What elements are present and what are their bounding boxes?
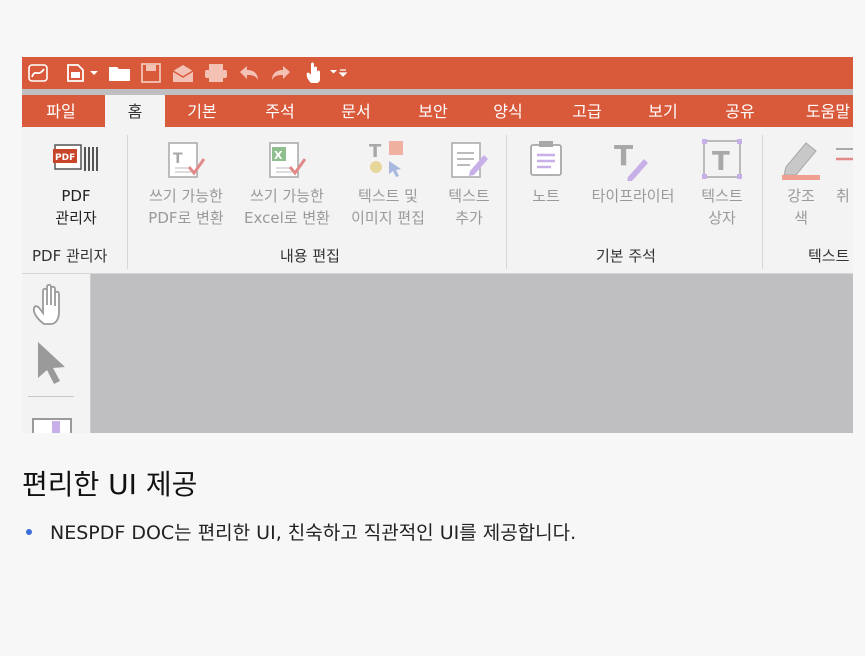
print-icon[interactable] <box>203 62 229 84</box>
edit-text-image-label-1: 텍스트 및 <box>358 187 418 205</box>
add-text-button[interactable]: 텍스트 추가 <box>440 137 498 229</box>
tab-share[interactable]: 공유 <box>710 95 770 128</box>
tab-security[interactable]: 보안 <box>403 95 463 128</box>
pdf-manager-button[interactable]: PDF PDF 관리자 <box>44 137 108 229</box>
hand-tool-icon[interactable] <box>30 282 76 330</box>
edit-text-image-icon: T <box>365 137 411 185</box>
tab-annotation[interactable]: 주석 <box>250 95 310 128</box>
typewriter-button[interactable]: T 타이프라이터 <box>578 137 688 207</box>
tab-file[interactable]: 파일 <box>24 95 98 128</box>
text-box-icon: T <box>699 137 745 185</box>
email-icon[interactable] <box>170 62 196 84</box>
tool-divider <box>28 396 74 397</box>
svg-text:T: T <box>614 139 633 172</box>
convert-writable-pdf-button[interactable]: T 쓰기 가능한 PDF로 변환 <box>140 137 232 229</box>
tab-basic[interactable]: 기본 <box>172 95 232 128</box>
page-thumbnail-icon[interactable] <box>32 418 72 433</box>
writable-pdf-label-1: 쓰기 가능한 <box>149 187 223 205</box>
highlight-button[interactable]: 강조 색 <box>776 137 826 229</box>
group-label-pdf-manager: PDF 관리자 <box>32 247 108 265</box>
highlighter-icon <box>778 137 824 185</box>
group-label-content-edit: 내용 편집 <box>280 247 340 265</box>
writable-excel-label-1: 쓰기 가능한 <box>250 187 324 205</box>
pdf-manager-label-1: PDF <box>61 187 91 205</box>
note-button[interactable]: 노트 <box>522 137 570 207</box>
ribbon-tab-bar: 파일 홈 기본 주석 문서 보안 양식 고급 보기 공유 도움말 <box>22 95 853 128</box>
tab-view[interactable]: 보기 <box>633 95 693 128</box>
highlight-label-2: 색 <box>794 209 808 227</box>
pdf-manager-icon: PDF <box>53 137 99 185</box>
undo-icon[interactable] <box>237 62 261 84</box>
ribbon-panel: PDF PDF 관리자 PDF 관리자 T 쓰기 가능한 PDF로 변환 X 쓰… <box>22 127 853 274</box>
feature-description: NESPDF DOC는 편리한 UI, 친숙하고 직관적인 UI를 제공합니다. <box>50 522 577 544</box>
strikeout-icon <box>832 137 853 185</box>
tab-home[interactable]: 홈 <box>105 95 165 128</box>
svg-text:PDF: PDF <box>55 153 75 163</box>
text-box-label-1: 텍스트 <box>701 187 743 205</box>
title-bar <box>22 57 853 89</box>
add-text-icon <box>446 137 492 185</box>
open-folder-icon[interactable] <box>107 62 133 84</box>
writable-pdf-icon: T <box>163 137 209 185</box>
note-label: 노트 <box>532 187 560 205</box>
select-arrow-icon[interactable] <box>34 340 70 390</box>
tab-form[interactable]: 양식 <box>478 95 538 128</box>
group-separator <box>506 135 507 269</box>
bullet-dot <box>26 528 32 535</box>
svg-text:T: T <box>173 151 183 167</box>
add-text-label-2: 추가 <box>455 209 483 227</box>
app-screenshot: 파일 홈 기본 주석 문서 보안 양식 고급 보기 공유 도움말 PDF PDF… <box>22 57 853 433</box>
svg-text:X: X <box>274 149 283 162</box>
group-separator <box>127 135 128 269</box>
hand-tool-dropdown-icon[interactable] <box>302 62 350 84</box>
convert-writable-excel-button[interactable]: X 쓰기 가능한 Excel로 변환 <box>238 137 336 229</box>
typewriter-label: 타이프라이터 <box>591 187 675 205</box>
svg-text:T: T <box>369 141 382 162</box>
app-logo-icon <box>26 62 50 84</box>
text-box-label-2: 상자 <box>708 209 736 227</box>
tab-document[interactable]: 문서 <box>326 95 386 128</box>
left-tool-panel <box>22 274 91 433</box>
group-label-basic-annotation: 기본 주석 <box>596 247 656 265</box>
note-icon <box>523 137 569 185</box>
redo-icon[interactable] <box>269 62 293 84</box>
save-icon[interactable] <box>139 62 163 84</box>
new-document-icon[interactable] <box>64 62 100 84</box>
strikeout-label: 취 <box>836 187 850 205</box>
writable-excel-label-2: Excel로 변환 <box>244 209 330 227</box>
pdf-manager-label-2: 관리자 <box>55 209 97 227</box>
add-text-label-1: 텍스트 <box>448 187 490 205</box>
group-label-text: 텍스트 <box>808 247 850 265</box>
highlight-label-1: 강조 <box>787 187 815 205</box>
group-separator <box>762 135 763 269</box>
strikeout-button[interactable]: 취 <box>832 137 853 207</box>
writable-pdf-label-2: PDF로 변환 <box>148 209 224 227</box>
svg-text:T: T <box>712 147 730 177</box>
text-box-button[interactable]: T 텍스트 상자 <box>694 137 750 229</box>
edit-text-image-label-2: 이미지 편집 <box>351 209 425 227</box>
tab-help[interactable]: 도움말 <box>788 95 853 128</box>
writable-excel-icon: X <box>264 137 310 185</box>
feature-bullet: NESPDF DOC는 편리한 UI, 친숙하고 직관적인 UI를 제공합니다. <box>22 518 576 545</box>
section-heading: 편리한 UI 제공 <box>22 468 198 501</box>
tab-advanced[interactable]: 고급 <box>557 95 617 128</box>
typewriter-icon: T <box>610 137 656 185</box>
edit-text-image-button[interactable]: T 텍스트 및 이미지 편집 <box>342 137 434 229</box>
